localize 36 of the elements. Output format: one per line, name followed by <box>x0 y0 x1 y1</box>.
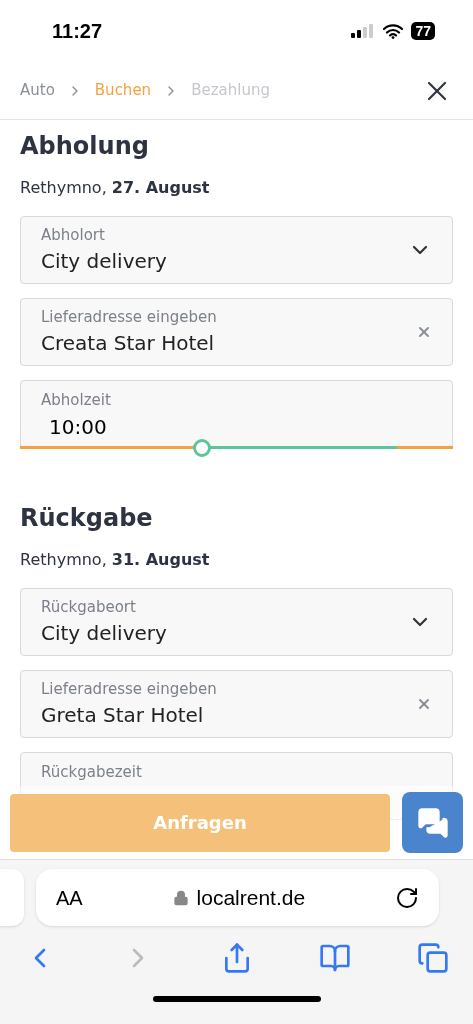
url-text: localrent.de <box>196 884 306 911</box>
tabs-icon[interactable] <box>417 942 449 974</box>
chat-icon <box>416 806 449 839</box>
input-field[interactable]: Lieferadresse eingeben Creata Star Hotel <box>20 298 453 366</box>
field-value: 10:00 <box>48 413 108 441</box>
text-size-button[interactable]: AA <box>56 882 83 913</box>
field-label: Rückgabezeit <box>41 762 143 783</box>
chat-button[interactable] <box>402 792 463 853</box>
field-value: Greta Star Hotel <box>41 702 205 730</box>
field-label: Abholort <box>41 224 106 246</box>
field-label: Lieferadresse eingeben <box>41 306 218 328</box>
select-field[interactable]: Rückgabeort City delivery <box>20 588 453 656</box>
clear-icon[interactable] <box>416 324 432 340</box>
clear-icon[interactable] <box>416 696 432 712</box>
time-field[interactable]: Abholzeit 10:00 <box>20 380 453 448</box>
section-title: Abholung <box>20 131 150 162</box>
wifi-icon <box>383 23 404 39</box>
time-slider[interactable] <box>20 439 453 457</box>
lock-icon <box>172 889 189 906</box>
field-value: City delivery <box>41 620 168 648</box>
field-label: Abholzeit <box>41 390 112 411</box>
select-field[interactable]: Abholort City delivery <box>20 216 453 284</box>
section-date: Rethymno, 27. August <box>20 177 211 199</box>
section-date: Rethymno, 31. August <box>20 549 211 571</box>
input-field[interactable]: Lieferadresse eingeben Greta Star Hotel <box>20 670 453 738</box>
field-label: Rückgabeort <box>41 596 137 618</box>
address-bar[interactable]: AA localrent.de <box>36 869 439 926</box>
section-title: Rückgabe <box>20 503 154 534</box>
reload-icon[interactable] <box>395 885 419 910</box>
field-label: Lieferadresse eingeben <box>41 678 218 700</box>
bookmarks-icon[interactable] <box>318 942 351 974</box>
field-value: City delivery <box>41 248 168 276</box>
status-time: 11:27 <box>52 19 103 44</box>
field-value: Creata Star Hotel <box>41 330 216 358</box>
signal-icon <box>351 24 376 38</box>
battery-indicator: 77 <box>411 22 435 40</box>
